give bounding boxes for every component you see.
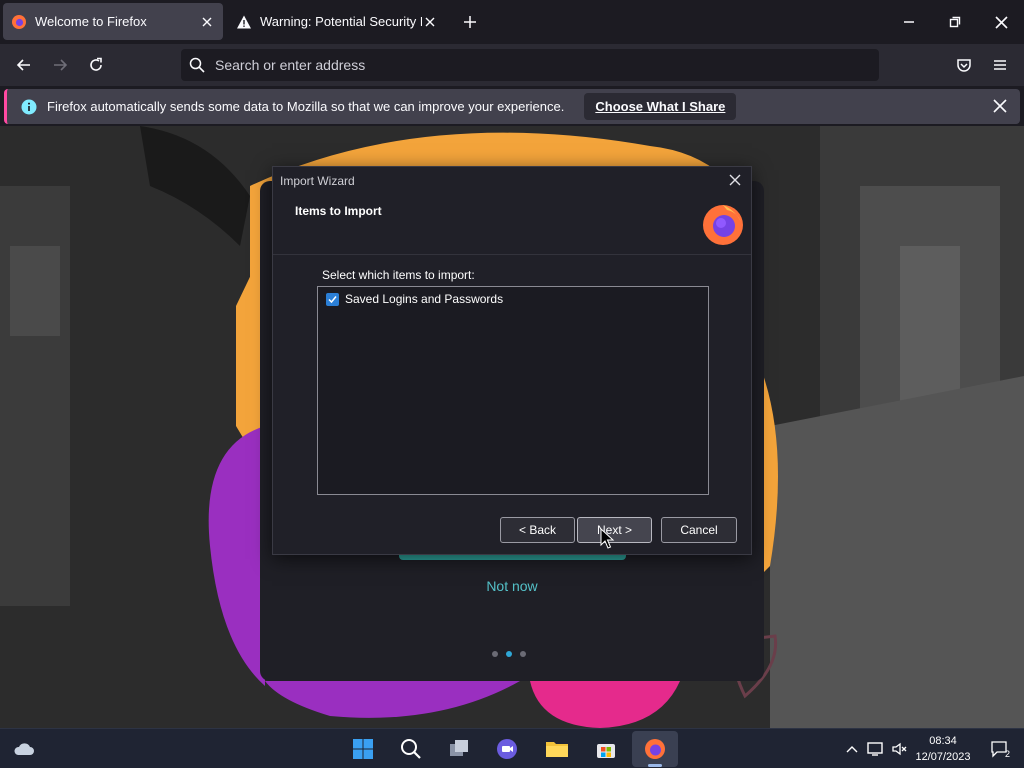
back-button[interactable]	[8, 49, 40, 81]
mouse-cursor-icon	[600, 528, 615, 549]
dialog-title: Import Wizard	[280, 173, 355, 188]
back-button[interactable]: < Back	[500, 517, 575, 543]
windows-icon	[353, 739, 373, 759]
start-button[interactable]	[349, 735, 377, 763]
hamburger-menu-icon	[994, 60, 1006, 70]
pocket-button[interactable]	[948, 49, 980, 81]
chevron-up-icon	[846, 746, 858, 753]
address-bar[interactable]	[181, 49, 879, 81]
search-input[interactable]	[215, 57, 879, 73]
minimize-button[interactable]	[886, 0, 932, 44]
firefox-icon	[645, 739, 665, 759]
tab-security-warning[interactable]: Warning: Potential Security Risk	[228, 3, 446, 40]
list-item-label: Saved Logins and Passwords	[345, 292, 504, 306]
close-window-button[interactable]	[978, 0, 1024, 44]
close-tab-icon[interactable]	[199, 14, 215, 30]
teams-chat-button[interactable]	[493, 735, 521, 763]
network-icon	[867, 742, 883, 756]
volume-muted-icon	[892, 742, 907, 756]
plus-icon	[464, 16, 476, 28]
data-collection-notification: Firefox automatically sends some data to…	[4, 89, 1020, 124]
not-now-link[interactable]: Not now	[440, 578, 584, 594]
tab-welcome[interactable]: Welcome to Firefox	[3, 3, 223, 40]
forward-button[interactable]	[44, 49, 76, 81]
volume-button[interactable]	[890, 739, 910, 759]
store-button[interactable]	[592, 735, 620, 763]
reload-button[interactable]	[80, 49, 112, 81]
dialog-titlebar: Import Wizard	[273, 167, 751, 194]
info-icon	[21, 99, 37, 114]
taskbar: 08:34 12/07/2023 2	[0, 728, 1024, 768]
file-explorer-button[interactable]	[543, 735, 571, 763]
minimize-icon	[904, 21, 914, 23]
new-tab-button[interactable]	[458, 10, 482, 34]
weather-widget[interactable]	[10, 735, 38, 763]
step-dot-current	[506, 651, 512, 657]
close-tab-icon[interactable]	[422, 14, 438, 30]
show-hidden-icons-button[interactable]	[842, 739, 862, 759]
system-clock[interactable]: 08:34 12/07/2023	[912, 733, 974, 765]
search-button[interactable]	[397, 735, 425, 763]
checkbox[interactable]	[326, 292, 339, 306]
firefox-logo-icon	[703, 205, 743, 245]
notification-center-button[interactable]: 2	[990, 739, 1010, 759]
select-items-label: Select which items to import:	[322, 268, 475, 282]
import-wizard-dialog: Import Wizard Items to Import Select whi…	[272, 166, 752, 555]
firefox-icon	[12, 14, 26, 29]
cloud-icon	[14, 743, 34, 755]
list-item[interactable]: Saved Logins and Passwords	[326, 292, 503, 306]
arrow-right-icon	[54, 59, 68, 71]
store-icon	[597, 744, 615, 758]
notification-message: Firefox automatically sends some data to…	[47, 99, 565, 114]
dialog-heading: Items to Import	[295, 204, 382, 218]
tab-strip: Welcome to Firefox Warning: Potential Se…	[0, 0, 1024, 44]
dialog-header: Items to Import	[273, 194, 751, 255]
step-dot	[520, 651, 526, 657]
pocket-icon	[957, 59, 971, 72]
search-icon	[189, 57, 205, 73]
close-notification-icon[interactable]	[992, 98, 1008, 114]
warning-icon	[237, 15, 251, 28]
import-items-list[interactable]: Saved Logins and Passwords	[317, 286, 709, 495]
cancel-button[interactable]: Cancel	[661, 517, 737, 543]
network-button[interactable]	[865, 739, 885, 759]
folder-icon	[546, 742, 568, 757]
arrow-left-icon	[16, 59, 30, 71]
close-dialog-icon[interactable]	[727, 172, 743, 188]
menu-button[interactable]	[984, 49, 1016, 81]
restore-icon	[949, 16, 961, 28]
taskbar-firefox-button[interactable]	[641, 735, 669, 763]
restore-button[interactable]	[932, 0, 978, 44]
step-indicator	[492, 651, 526, 657]
tab-title: Warning: Potential Security Risk	[260, 14, 422, 29]
chat-icon	[497, 739, 517, 759]
checkmark-icon	[328, 295, 337, 303]
search-icon	[401, 739, 421, 759]
task-view-icon	[450, 740, 468, 756]
running-indicator	[648, 764, 662, 767]
reload-icon	[90, 57, 102, 71]
tab-title: Welcome to Firefox	[35, 14, 147, 29]
step-dot	[492, 651, 498, 657]
notification-count-badge: 2	[1004, 749, 1010, 759]
clock-time: 08:34	[929, 735, 957, 747]
close-icon	[994, 15, 1008, 29]
clock-date: 12/07/2023	[915, 751, 971, 763]
choose-what-i-share-button[interactable]: Choose What I Share	[584, 93, 737, 120]
task-view-button[interactable]	[445, 735, 473, 763]
